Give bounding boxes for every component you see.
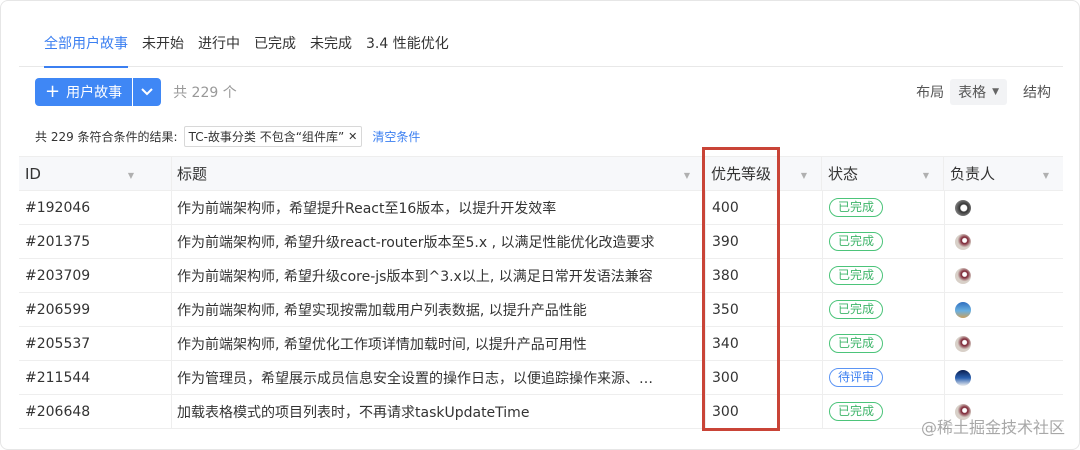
row-priority: 300 — [705, 361, 822, 394]
row-id: #205537 — [25, 335, 91, 352]
row-priority: 400 — [705, 191, 822, 224]
header-priority[interactable]: 优先等级 ▼ — [705, 157, 822, 190]
header-title[interactable]: 标题 ▼ — [172, 157, 705, 190]
table-row[interactable]: #206648 加载表格模式的项目列表时，不再请求taskUpdateTime … — [19, 395, 1063, 429]
total-count: 共 229 个 — [173, 85, 237, 101]
table-row[interactable]: #201375 作为前端架构师, 希望升级react-router版本至5.x … — [19, 225, 1063, 259]
status-badge: 已完成 — [829, 334, 884, 353]
sort-icon: ▼ — [127, 171, 134, 180]
tab-in-progress[interactable]: 进行中 — [191, 23, 247, 67]
filter-chip: TC-故事分类 不包含“组件库” ✕ — [183, 126, 363, 147]
row-priority: 350 — [705, 293, 822, 326]
row-owner — [944, 327, 1063, 360]
avatar[interactable] — [955, 233, 971, 250]
plus-icon: + — [45, 81, 61, 102]
row-priority: 340 — [705, 327, 822, 360]
toolbar: + 用户故事 共 229 个 — [35, 78, 237, 106]
row-title[interactable]: 作为前端架构师, 希望升级react-router版本至5.x , 以满足性能优… — [172, 225, 705, 258]
filter-bar: 共 229 条符合条件的结果: TC-故事分类 不包含“组件库” ✕ 清空条件 — [35, 126, 420, 147]
row-status: 待评审 — [822, 361, 944, 394]
sort-icon: ▼ — [1042, 171, 1049, 180]
row-status: 已完成 — [822, 259, 944, 292]
avatar[interactable] — [955, 369, 971, 386]
row-id: #211544 — [25, 369, 91, 386]
table-row[interactable]: #206599 作为前端架构师, 希望实现按需加载用户列表数据, 以提升产品性能… — [19, 293, 1063, 327]
row-status: 已完成 — [822, 225, 944, 258]
tab-perf-optimization[interactable]: 3.4 性能优化 — [359, 23, 456, 67]
sort-icon: ▼ — [800, 171, 807, 180]
close-icon[interactable]: ✕ — [348, 130, 357, 143]
row-owner — [944, 225, 1063, 258]
add-story-dropdown-button[interactable] — [133, 78, 162, 106]
row-priority: 300 — [705, 395, 822, 428]
table-row[interactable]: #205537 作为前端架构师, 希望优化工作项详情加载时间, 以提升产品可用性… — [19, 327, 1063, 361]
row-owner — [944, 191, 1063, 224]
header-owner[interactable]: 负责人 ▼ — [944, 157, 1063, 190]
add-story-label: 用户故事 — [66, 85, 123, 101]
row-title[interactable]: 作为前端架构师, 希望实现按需加载用户列表数据, 以提升产品性能 — [172, 293, 705, 326]
row-title[interactable]: 作为管理员，希望展示成员信息安全设置的操作日志，以便追踪操作来源、… — [172, 361, 705, 394]
avatar[interactable] — [955, 199, 971, 216]
row-status: 已完成 — [822, 327, 944, 360]
avatar[interactable] — [955, 267, 971, 284]
sort-icon: ▼ — [683, 171, 690, 180]
row-id: #206648 — [25, 403, 91, 420]
table-header: ID ▼ 标题 ▼ 优先等级 ▼ 状态 ▼ 负责人 ▼ — [19, 156, 1063, 191]
app-frame: 全部用户故事 未开始 进行中 已完成 未完成 3.4 性能优化 + 用户故事 共… — [0, 0, 1080, 450]
row-title[interactable]: 作为前端架构师，希望提升React至16版本，以提升开发效率 — [172, 191, 705, 224]
row-title[interactable]: 作为前端架构师, 希望升级core-js版本到^3.x以上, 以满足日常开发语法… — [172, 259, 705, 292]
status-badge: 已完成 — [829, 198, 884, 217]
layout-select[interactable]: 表格 ▼ — [950, 79, 1007, 105]
status-badge: 已完成 — [829, 232, 884, 251]
status-badge: 已完成 — [829, 266, 884, 285]
status-badge: 已完成 — [829, 402, 884, 421]
structure-button[interactable]: 结构 — [1023, 82, 1051, 102]
row-status: 已完成 — [822, 293, 944, 326]
row-title[interactable]: 作为前端架构师, 希望优化工作项详情加载时间, 以提升产品可用性 — [172, 327, 705, 360]
row-priority: 380 — [705, 259, 822, 292]
header-status[interactable]: 状态 ▼ — [822, 157, 944, 190]
table-row[interactable]: #211544 作为管理员，希望展示成员信息安全设置的操作日志，以便追踪操作来源… — [19, 361, 1063, 395]
table-row[interactable]: #192046 作为前端架构师，希望提升React至16版本，以提升开发效率 4… — [19, 191, 1063, 225]
row-priority: 390 — [705, 225, 822, 258]
tab-all-stories[interactable]: 全部用户故事 — [37, 23, 135, 68]
row-title[interactable]: 加载表格模式的项目列表时，不再请求taskUpdateTime — [172, 395, 705, 428]
header-id[interactable]: ID ▼ — [19, 157, 148, 190]
watermark: @稀土掘金技术社区 — [920, 418, 1065, 437]
tab-bar: 全部用户故事 未开始 进行中 已完成 未完成 3.4 性能优化 — [19, 23, 1063, 68]
layout-value: 表格 — [958, 85, 987, 101]
filter-chip-label: TC-故事分类 不包含“组件库” — [188, 130, 345, 144]
row-owner — [944, 259, 1063, 292]
row-owner — [944, 361, 1063, 394]
avatar[interactable] — [955, 335, 971, 352]
add-story-button[interactable]: + 用户故事 — [35, 78, 133, 106]
caret-down-icon: ▼ — [992, 87, 999, 97]
status-badge: 已完成 — [829, 300, 884, 319]
tab-completed[interactable]: 已完成 — [247, 23, 303, 67]
row-id: #203709 — [25, 267, 91, 284]
row-id: #201375 — [25, 233, 91, 250]
row-owner — [944, 293, 1063, 326]
tab-not-started[interactable]: 未开始 — [135, 23, 191, 67]
row-id: #192046 — [25, 199, 91, 216]
status-badge: 待评审 — [829, 368, 884, 387]
avatar[interactable] — [955, 301, 971, 318]
sort-icon: ▼ — [922, 171, 929, 180]
layout-controls: 布局 表格 ▼ 结构 — [916, 78, 1051, 106]
row-id: #206599 — [25, 301, 91, 318]
tab-incomplete[interactable]: 未完成 — [303, 23, 359, 67]
filter-summary: 共 229 条符合条件的结果: — [35, 130, 178, 144]
clear-filters-link[interactable]: 清空条件 — [372, 128, 420, 145]
table-row[interactable]: #203709 作为前端架构师, 希望升级core-js版本到^3.x以上, 以… — [19, 259, 1063, 293]
layout-label: 布局 — [916, 85, 945, 101]
chevron-down-icon — [141, 88, 153, 96]
header-spacer — [148, 157, 172, 190]
row-status: 已完成 — [822, 191, 944, 224]
stories-table: ID ▼ 标题 ▼ 优先等级 ▼ 状态 ▼ 负责人 ▼ #192046 作为前端架构师，希… — [19, 156, 1063, 429]
